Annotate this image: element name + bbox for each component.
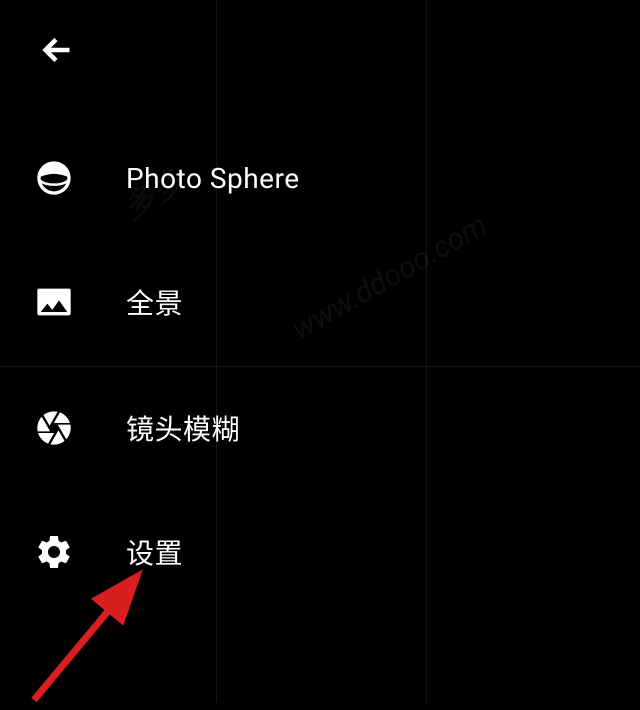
menu-label-panorama: 全景	[126, 282, 183, 322]
annotation-arrow-icon	[24, 560, 204, 710]
panorama-icon	[24, 272, 84, 332]
back-arrow-icon	[38, 32, 74, 68]
photo-sphere-icon	[24, 148, 84, 208]
menu-item-panorama[interactable]: 全景	[24, 272, 183, 332]
menu-item-photo-sphere[interactable]: Photo Sphere	[24, 148, 300, 208]
watermark-url: www.ddooo.com	[286, 208, 493, 348]
menu-label-photo-sphere: Photo Sphere	[126, 162, 300, 195]
lens-blur-icon	[24, 398, 84, 458]
menu-item-lens-blur[interactable]: 镜头模糊	[24, 398, 240, 458]
menu-label-lens-blur: 镜头模糊	[126, 408, 240, 448]
menu-label-settings: 设置	[126, 532, 183, 572]
menu-item-settings[interactable]: 设置	[24, 522, 183, 582]
back-button[interactable]	[34, 28, 78, 72]
settings-icon	[24, 522, 84, 582]
